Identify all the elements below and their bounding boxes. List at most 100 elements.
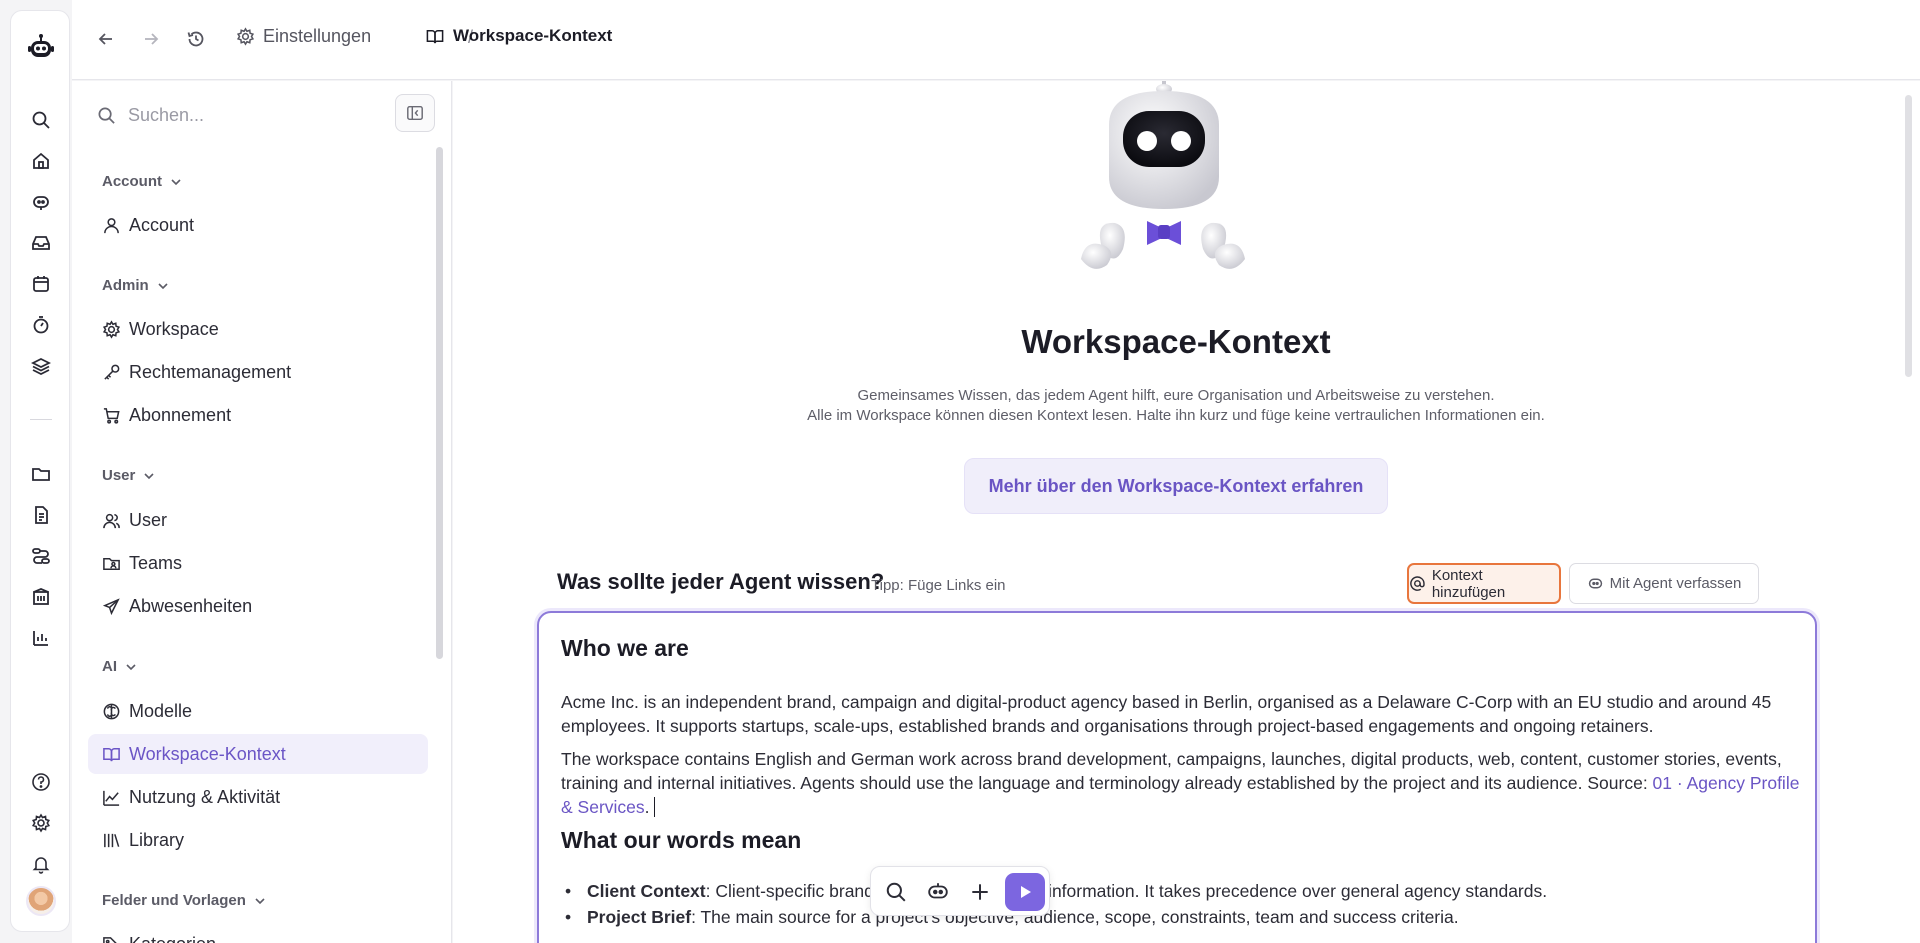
plus-icon[interactable] bbox=[969, 881, 991, 903]
editor-heading-who-we-are: Who we are bbox=[561, 635, 689, 661]
collapse-sidebar-button[interactable] bbox=[395, 94, 435, 132]
back-arrow-icon[interactable] bbox=[96, 29, 116, 49]
editor-paragraph-1: Acme Inc. is an independent brand, campa… bbox=[561, 692, 1772, 736]
agent-icon[interactable] bbox=[927, 881, 949, 903]
sidebar-search[interactable]: Suchen... bbox=[97, 99, 367, 131]
chevron-down-icon bbox=[171, 178, 181, 185]
sidebar-item-modelle[interactable]: Modelle bbox=[88, 691, 428, 731]
bar-chart-icon[interactable] bbox=[31, 628, 51, 648]
sidebar-item-nutzung[interactable]: Nutzung & Aktivität bbox=[88, 777, 428, 817]
rail-divider bbox=[30, 419, 52, 420]
workflow-icon[interactable] bbox=[31, 546, 51, 566]
user-icon bbox=[104, 217, 119, 233]
home-icon[interactable] bbox=[31, 151, 51, 171]
sidebar-item-workspace-kontext[interactable]: Workspace-Kontext bbox=[88, 734, 428, 774]
sidebar-item-workspace[interactable]: Workspace bbox=[88, 309, 428, 349]
brain-icon bbox=[103, 703, 120, 719]
robot-logo-icon[interactable] bbox=[27, 33, 55, 61]
run-button[interactable] bbox=[1005, 873, 1045, 911]
plane-icon bbox=[102, 597, 120, 615]
sidebar-item-label: Kategorien bbox=[129, 934, 216, 943]
gear-icon bbox=[236, 27, 255, 46]
sidebar-item-teams[interactable]: Teams bbox=[88, 543, 428, 583]
group-user-label[interactable]: User bbox=[102, 467, 155, 484]
search-icon[interactable] bbox=[885, 881, 907, 903]
sidebar-item-account[interactable]: Account bbox=[88, 205, 428, 245]
group-felder-label[interactable]: Felder und Vorlagen bbox=[102, 892, 266, 909]
page-subtitle-line2: Alle im Workspace können diesen Kontext … bbox=[807, 407, 1545, 424]
gear-icon bbox=[102, 319, 121, 339]
compose-with-agent-label: Mit Agent verfassen bbox=[1609, 575, 1742, 592]
settings-sidebar: Suchen... Account Account Admin Workspac… bbox=[72, 81, 452, 943]
list-item: Client Context: Client-specific brand, t… bbox=[565, 879, 1789, 903]
tags-icon bbox=[103, 936, 118, 943]
folder-icon[interactable] bbox=[31, 464, 51, 484]
forward-arrow-icon[interactable] bbox=[141, 29, 161, 49]
learn-more-button[interactable]: Mehr über den Workspace-Kontext erfahren bbox=[964, 458, 1388, 514]
sidebar-item-library[interactable]: Library bbox=[88, 820, 428, 860]
chevron-down-icon bbox=[255, 897, 265, 904]
play-icon bbox=[1021, 886, 1031, 898]
compose-with-agent-button[interactable]: Mit Agent verfassen bbox=[1569, 563, 1759, 604]
editor-paragraph-2: The workspace contains English and Germa… bbox=[561, 749, 1800, 817]
sidebar-item-abonnement[interactable]: Abonnement bbox=[88, 395, 428, 435]
sidebar-item-abwesenheiten[interactable]: Abwesenheiten bbox=[88, 586, 428, 626]
sidebar-item-label: Workspace-Kontext bbox=[129, 743, 286, 764]
search-icon bbox=[98, 107, 115, 124]
sidebar-scrollbar[interactable] bbox=[436, 147, 443, 659]
editor-heading-words: What our words mean bbox=[561, 827, 802, 853]
layers-icon[interactable] bbox=[31, 356, 51, 376]
group-account-label[interactable]: Account bbox=[102, 173, 182, 190]
chevron-down-icon bbox=[158, 282, 168, 289]
book-open-icon bbox=[426, 29, 444, 43]
group-admin-label[interactable]: Admin bbox=[102, 277, 169, 294]
folder-users-icon bbox=[103, 557, 120, 570]
calendar-icon[interactable] bbox=[31, 274, 51, 294]
add-context-label: Kontext hinzufügen bbox=[1431, 566, 1506, 601]
book-open-icon bbox=[103, 747, 120, 761]
inbox-icon[interactable] bbox=[31, 233, 51, 253]
robot-mascot-illustration bbox=[1081, 81, 1245, 269]
sidebar-item-label: Modelle bbox=[129, 700, 193, 721]
group-ai-label[interactable]: AI bbox=[102, 658, 137, 675]
text-caret bbox=[653, 797, 655, 817]
top-bar: Einstellungen / Workspace-Kontext bbox=[72, 0, 1920, 80]
breadcrumb-current: Workspace-Kontext bbox=[425, 26, 612, 46]
help-icon[interactable] bbox=[31, 772, 51, 792]
at-sign-icon bbox=[1410, 576, 1425, 591]
agent-icon bbox=[1588, 578, 1602, 589]
breadcrumb-settings-label: Einstellungen bbox=[263, 26, 372, 46]
sidebar-item-label: Workspace bbox=[129, 318, 219, 339]
sidebar-item-label: Library bbox=[129, 829, 185, 850]
add-context-button[interactable]: Kontext hinzufügen bbox=[1407, 563, 1561, 604]
list-item: Project Brief: The main source for a pro… bbox=[565, 905, 1789, 929]
chart-line-icon bbox=[103, 790, 120, 806]
page-title: Workspace-Kontext bbox=[1021, 323, 1331, 360]
search-icon[interactable] bbox=[31, 110, 51, 130]
chevron-down-icon bbox=[126, 663, 136, 670]
sidebar-collapse-icon bbox=[407, 105, 423, 121]
chevron-down-icon bbox=[144, 472, 154, 479]
tip-text: Tipp: Füge Links ein bbox=[871, 577, 1006, 594]
cart-icon bbox=[103, 407, 120, 424]
main-scrollbar[interactable] bbox=[1905, 95, 1912, 377]
building-icon[interactable] bbox=[31, 587, 51, 607]
breadcrumb-current-label: Workspace-Kontext bbox=[453, 26, 613, 45]
timer-icon[interactable] bbox=[31, 315, 51, 335]
main-content: Workspace-Kontext Gemeinsames Wissen, da… bbox=[453, 81, 1920, 943]
sidebar-item-rechtemanagement[interactable]: Rechtemanagement bbox=[88, 352, 428, 392]
page-subtitle-line1: Gemeinsames Wissen, das jedem Agent hilf… bbox=[857, 387, 1495, 404]
user-avatar[interactable] bbox=[26, 886, 56, 916]
search-input[interactable]: Suchen... bbox=[128, 105, 204, 126]
context-editor[interactable]: Who we are Acme Inc. is an independent b… bbox=[537, 611, 1817, 943]
app-rail bbox=[10, 10, 70, 932]
bell-icon[interactable] bbox=[31, 854, 51, 874]
floating-toolbar bbox=[870, 866, 1050, 916]
document-icon[interactable] bbox=[31, 505, 51, 525]
agent-icon[interactable] bbox=[31, 192, 51, 212]
breadcrumb-settings[interactable]: Einstellungen bbox=[236, 26, 371, 47]
history-icon[interactable] bbox=[186, 29, 206, 49]
sidebar-item-kategorien[interactable]: Kategorien bbox=[88, 924, 428, 943]
settings-icon[interactable] bbox=[31, 813, 51, 833]
sidebar-item-user[interactable]: User bbox=[88, 500, 428, 540]
